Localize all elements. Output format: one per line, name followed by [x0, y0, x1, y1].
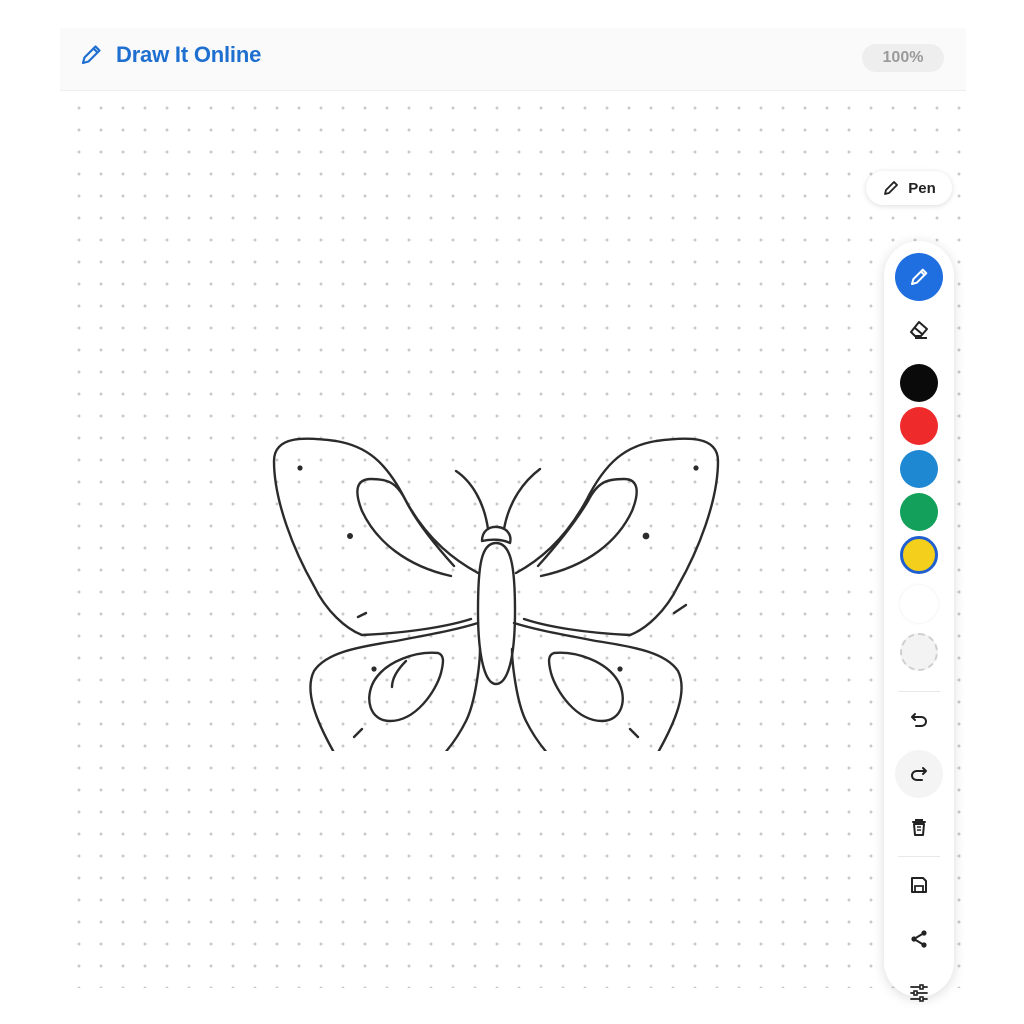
color-swatch-white[interactable]: [900, 585, 938, 623]
app-title: Draw It Online: [116, 42, 262, 67]
tool-palette: [884, 241, 954, 1002]
clear-canvas-button[interactable]: [895, 803, 943, 851]
color-swatch-red[interactable]: [900, 407, 938, 445]
pen-tool-button[interactable]: [895, 253, 943, 301]
drawing-canvas[interactable]: Pen: [60, 91, 966, 1002]
color-swatch-blue[interactable]: [900, 450, 938, 488]
pencil-icon: [882, 179, 900, 197]
eraser-icon: [907, 317, 931, 341]
toolbar-divider: [898, 691, 940, 692]
eraser-tool-button[interactable]: [895, 305, 943, 353]
drawing-app: Draw It Online 100% Pen: [60, 28, 966, 1002]
current-tool-indicator[interactable]: Pen: [866, 171, 952, 205]
current-tool-label: Pen: [908, 179, 936, 197]
redo-icon: [908, 763, 930, 785]
share-button[interactable]: [895, 915, 943, 963]
sliders-icon: [908, 982, 930, 1004]
save-button[interactable]: [895, 861, 943, 909]
share-icon: [908, 928, 930, 950]
zoom-level[interactable]: 100%: [862, 44, 944, 72]
trash-icon: [908, 816, 930, 838]
brand: Draw It Online: [78, 42, 261, 68]
settings-button[interactable]: [895, 969, 943, 1017]
save-icon: [908, 874, 930, 896]
color-swatch-yellow[interactable]: [900, 536, 938, 574]
app-header: Draw It Online 100%: [60, 28, 966, 91]
redo-button[interactable]: [895, 750, 943, 798]
toolbar-divider: [898, 856, 940, 857]
undo-icon: [908, 709, 930, 731]
color-swatch-green[interactable]: [900, 493, 938, 531]
undo-button[interactable]: [895, 696, 943, 744]
pencil-icon: [78, 42, 104, 68]
pencil-icon: [907, 265, 931, 289]
butterfly-drawing: [272, 437, 720, 751]
color-swatch-transparent[interactable]: [900, 633, 938, 671]
color-swatch-black[interactable]: [900, 364, 938, 402]
